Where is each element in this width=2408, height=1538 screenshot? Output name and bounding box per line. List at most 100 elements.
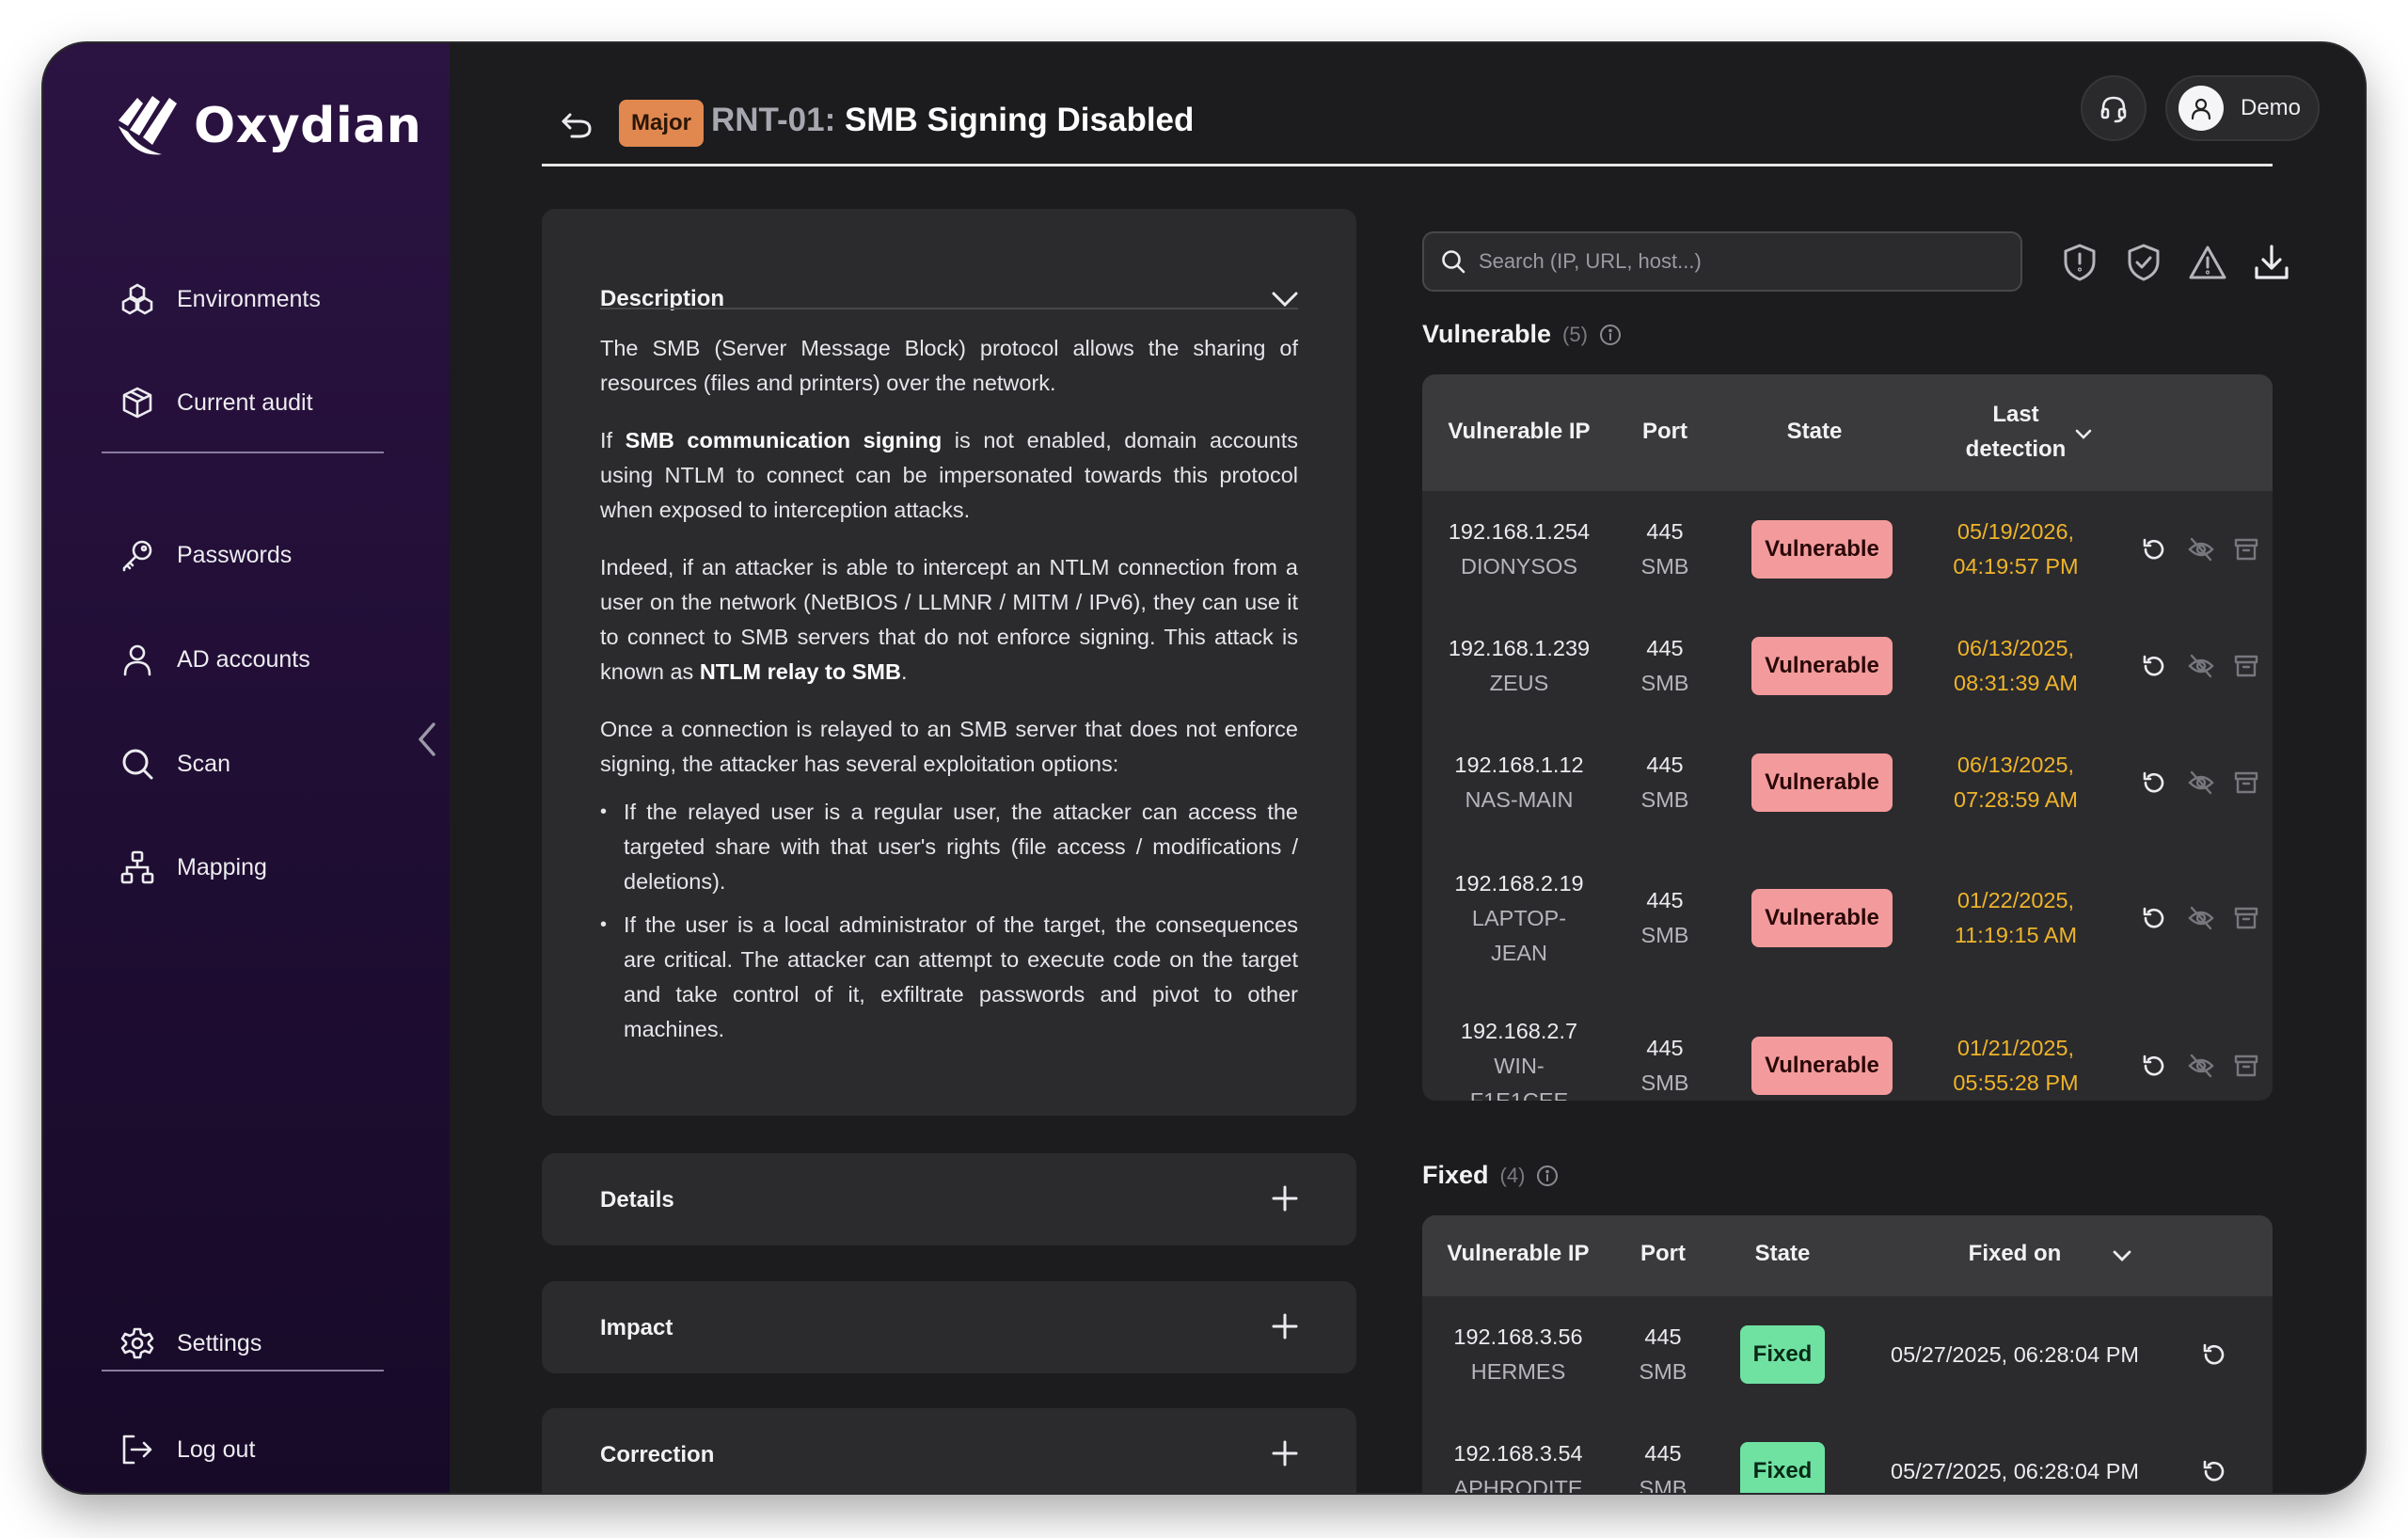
rescan-icon[interactable] (2137, 901, 2171, 935)
ip-address: 192.168.3.54 (1453, 1441, 1583, 1466)
undo-arrow-icon (562, 113, 592, 138)
ip-address: 192.168.2.19 (1454, 870, 1584, 896)
plus-icon (1272, 1313, 1298, 1340)
chevron-left-icon (418, 722, 436, 756)
user-icon (119, 641, 156, 678)
column-header-state[interactable]: State (1712, 1236, 1853, 1271)
archive-icon[interactable] (2229, 766, 2263, 800)
search-input[interactable] (1479, 249, 1987, 274)
hide-icon[interactable] (2184, 901, 2218, 935)
vulnerability-title: SMB Signing Disabled (844, 102, 1195, 138)
archive-icon[interactable] (2229, 649, 2263, 683)
info-icon[interactable] (1599, 324, 1622, 346)
impact-card[interactable]: Impact (542, 1281, 1356, 1373)
ip-cell: 192.168.1.254 DIONYSOS (1422, 515, 1616, 584)
last-detection-cell: 06/13/2025, 07:28:59 AM (1915, 748, 2116, 817)
sidebar-item-mapping[interactable]: Mapping (119, 839, 267, 896)
back-button[interactable] (555, 103, 598, 147)
download-icon (2255, 245, 2289, 279)
hide-icon[interactable] (2184, 532, 2218, 566)
user-menu-button[interactable]: Demo (2165, 75, 2320, 141)
ip-address: 192.168.2.7 (1460, 1018, 1578, 1043)
port-number: 445 (1644, 1324, 1682, 1349)
hide-icon[interactable] (2184, 766, 2218, 800)
hide-icon[interactable] (2184, 649, 2218, 683)
fixed-count: (4) (1499, 1163, 1526, 1187)
detection-time: 08:31:39 AM (1954, 671, 2078, 695)
archive-icon[interactable] (2229, 532, 2263, 566)
exploitation-options-list: If the relayed user is a regular user, t… (600, 795, 1298, 1047)
details-heading[interactable]: Details (600, 1187, 674, 1213)
warning-triangle-icon (2189, 246, 2226, 279)
support-button[interactable] (2081, 75, 2147, 141)
column-header-port[interactable]: Port (1616, 414, 1714, 449)
description-paragraph: Once a connection is relayed to an SMB s… (600, 717, 1298, 776)
correction-card[interactable]: Correction (542, 1408, 1356, 1493)
status-badge[interactable]: Fixed (1740, 1442, 1825, 1493)
avatar (2178, 86, 2224, 131)
sidebar-item-scan[interactable]: Scan (119, 736, 230, 792)
collapse-description-button[interactable] (1268, 282, 1302, 316)
column-header-ip[interactable]: Vulnerable IP (1422, 1236, 1614, 1271)
shield-alert-icon (2064, 244, 2096, 281)
column-header-port[interactable]: Port (1614, 1236, 1712, 1271)
rescan-icon[interactable] (2197, 1338, 2231, 1372)
expand-correction-button[interactable] (1268, 1436, 1302, 1470)
archive-icon[interactable] (2229, 1049, 2263, 1083)
rescan-icon[interactable] (2137, 766, 2171, 800)
rescan-icon[interactable] (2137, 649, 2171, 683)
section-heading: Vulnerable (1422, 320, 1552, 348)
rescan-icon[interactable] (2137, 1049, 2171, 1083)
sidebar-item-ad-accounts[interactable]: AD accounts (119, 631, 310, 688)
rescan-icon[interactable] (2197, 1454, 2231, 1488)
collapse-sidebar-button[interactable] (408, 716, 446, 763)
impact-heading[interactable]: Impact (600, 1315, 673, 1341)
detection-time: 07:28:59 AM (1954, 787, 2078, 812)
vulnerable-section-title: Vulnerable (5) (1422, 320, 1622, 349)
shield-check-filter-button[interactable] (2120, 239, 2167, 286)
column-header-fixed-on[interactable]: Fixed on (1921, 1236, 2109, 1271)
fixed-section-title: Fixed (4) (1422, 1161, 1559, 1190)
status-badge[interactable]: Vulnerable (1751, 753, 1893, 812)
sidebar-item-passwords[interactable]: Passwords (119, 527, 292, 583)
column-header-state[interactable]: State (1714, 414, 1915, 449)
last-detection-cell: 01/21/2025, 05:55:28 PM (1915, 1031, 2116, 1101)
table-header: Vulnerable IP Port State Last detection (1422, 374, 2273, 491)
detection-date: 06/13/2025, (1956, 753, 2075, 777)
expand-details-button[interactable] (1268, 1181, 1302, 1215)
sidebar-item-environments[interactable]: Environments (119, 271, 321, 327)
hostname: HERMES (1470, 1359, 1566, 1384)
archive-icon[interactable] (2229, 901, 2263, 935)
details-card[interactable]: Details (542, 1153, 1356, 1245)
column-header-ip[interactable]: Vulnerable IP (1422, 414, 1616, 449)
status-badge[interactable]: Fixed (1740, 1325, 1825, 1384)
search-bar[interactable] (1422, 231, 2022, 292)
section-heading: Fixed (1422, 1161, 1489, 1189)
sidebar-item-settings[interactable]: Settings (119, 1315, 261, 1372)
info-icon[interactable] (1536, 1165, 1559, 1187)
hostname: LAPTOP- (1471, 905, 1567, 930)
status-badge[interactable]: Vulnerable (1751, 1037, 1893, 1095)
expand-impact-button[interactable] (1268, 1309, 1302, 1343)
sidebar-item-logout[interactable]: Log out (119, 1421, 255, 1478)
page-header: Major RNT-01: SMB Signing Disabled (542, 92, 2273, 164)
port-number: 445 (1644, 1441, 1682, 1466)
sidebar-item-current-audit[interactable]: Current audit (119, 374, 313, 431)
warning-filter-button[interactable] (2184, 239, 2231, 286)
port-cell: 445 SMB (1616, 515, 1714, 584)
status-badge[interactable]: Vulnerable (1751, 520, 1893, 579)
sort-chevron-down-icon[interactable] (2075, 429, 2092, 440)
sidebar-item-label: Scan (177, 750, 230, 777)
description-divider (600, 308, 1298, 309)
status-badge[interactable]: Vulnerable (1751, 889, 1893, 947)
detection-date: 06/13/2025, (1956, 636, 2075, 660)
correction-heading[interactable]: Correction (600, 1442, 714, 1468)
status-badge[interactable]: Vulnerable (1751, 637, 1893, 695)
logo[interactable]: Oxydian (115, 92, 421, 160)
download-button[interactable] (2248, 239, 2295, 286)
rescan-icon[interactable] (2137, 532, 2171, 566)
shield-alert-filter-button[interactable] (2056, 239, 2103, 286)
sidebar-item-label: Passwords (177, 541, 293, 568)
hide-icon[interactable] (2184, 1049, 2218, 1083)
sort-chevron-down-icon[interactable] (2113, 1250, 2131, 1262)
